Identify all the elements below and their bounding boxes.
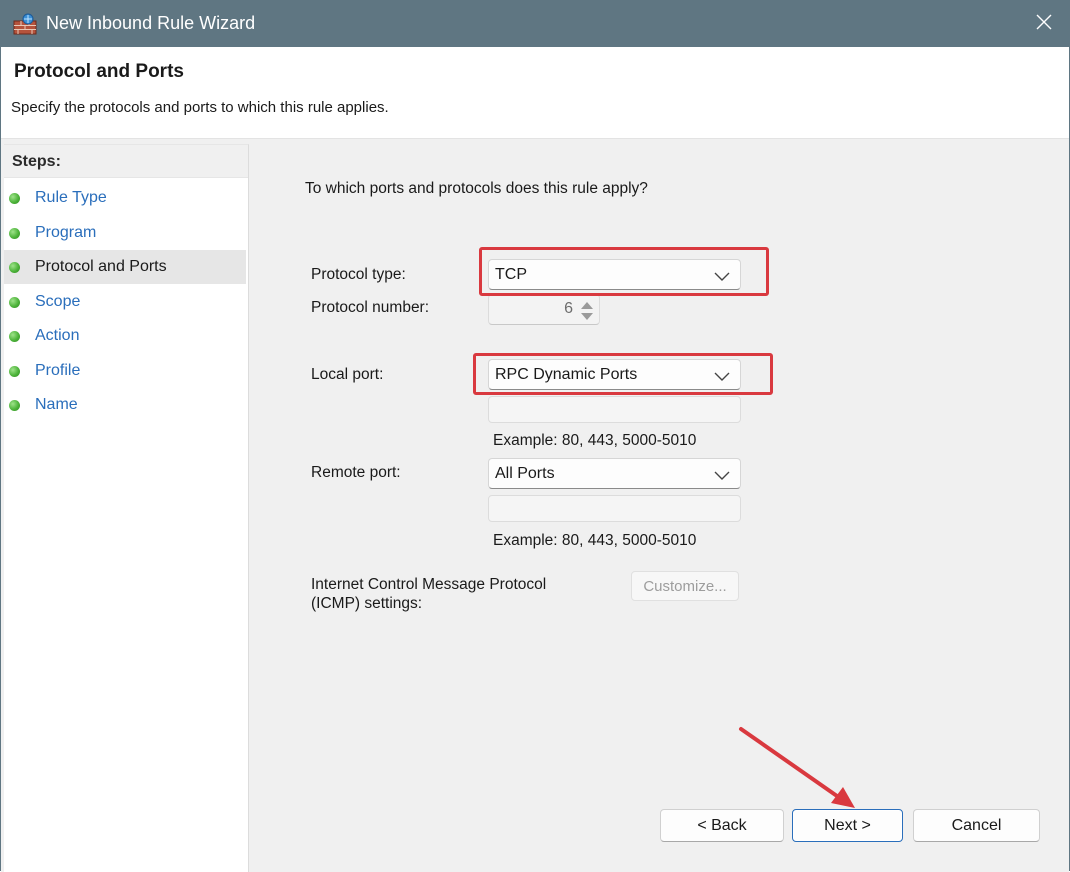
steps-panel: Steps: Rule Type Program Protocol and Po… [4,144,249,872]
spin-up-icon [579,298,595,310]
window-title: New Inbound Rule Wizard [46,13,256,33]
protocol-type-select[interactable]: TCP [488,259,741,290]
step-label: Program [35,224,97,241]
step-profile[interactable]: Profile [4,354,246,388]
close-icon [1036,14,1052,35]
step-status-icon [9,192,20,204]
chevron-down-icon [714,468,730,486]
step-protocol-and-ports: Protocol and Ports [4,250,246,284]
local-port-input [488,396,741,423]
local-port-value: RPC Dynamic Ports [495,366,638,383]
remote-port-example: Example: 80, 443, 5000-5010 [493,532,697,549]
step-label: Rule Type [35,189,107,206]
step-label: Action [35,327,80,344]
steps-title: Steps: [4,145,248,178]
step-status-icon [9,330,20,342]
wizard-window: New Inbound Rule Wizard Protocol and Por… [0,0,1070,872]
page-subtitle: Specify the protocols and ports to which… [11,99,389,116]
wizard-body: Steps: Rule Type Program Protocol and Po… [1,139,1069,872]
remote-port-input [488,495,741,522]
protocol-type-value: TCP [495,266,527,283]
step-label: Name [35,396,78,413]
page-title: Protocol and Ports [14,61,184,82]
step-action[interactable]: Action [4,319,246,353]
remote-port-value: All Ports [495,465,555,482]
protocol-number-label: Protocol number: [311,299,430,316]
local-port-example: Example: 80, 443, 5000-5010 [493,432,697,449]
local-port-select[interactable]: RPC Dynamic Ports [488,359,741,390]
step-status-icon [9,261,20,273]
customize-button: Customize... [631,571,739,601]
local-port-label: Local port: [311,366,384,383]
chevron-down-icon [714,369,730,387]
wizard-header: Protocol and Ports Specify the protocols… [1,47,1069,139]
content-panel: To which ports and protocols does this r… [254,144,1068,872]
remote-port-select[interactable]: All Ports [488,458,741,489]
step-program[interactable]: Program [4,216,246,250]
title-bar: New Inbound Rule Wizard [1,1,1069,47]
step-label: Scope [35,293,81,310]
icmp-settings-label: Internet Control Message Protocol (ICMP)… [311,576,547,612]
protocol-number-value: 6 [564,300,573,317]
firewall-icon [13,13,37,35]
step-status-icon [9,296,20,308]
question-text: To which ports and protocols does this r… [305,180,648,197]
step-name[interactable]: Name [4,388,246,422]
chevron-down-icon [714,269,730,287]
step-label: Protocol and Ports [35,258,167,275]
step-status-icon [9,399,20,411]
annotation-arrow-icon [739,727,855,808]
protocol-type-label: Protocol type: [311,266,406,283]
remote-port-label: Remote port: [311,464,401,481]
spin-down-icon [579,310,595,322]
step-status-icon [9,365,20,377]
step-label: Profile [35,362,81,379]
step-status-icon [9,227,20,239]
close-button[interactable] [1019,1,1069,47]
step-rule-type[interactable]: Rule Type [4,181,246,215]
step-scope[interactable]: Scope [4,285,246,319]
cancel-button[interactable]: Cancel [913,809,1040,842]
protocol-number-stepper: 6 [488,294,600,325]
